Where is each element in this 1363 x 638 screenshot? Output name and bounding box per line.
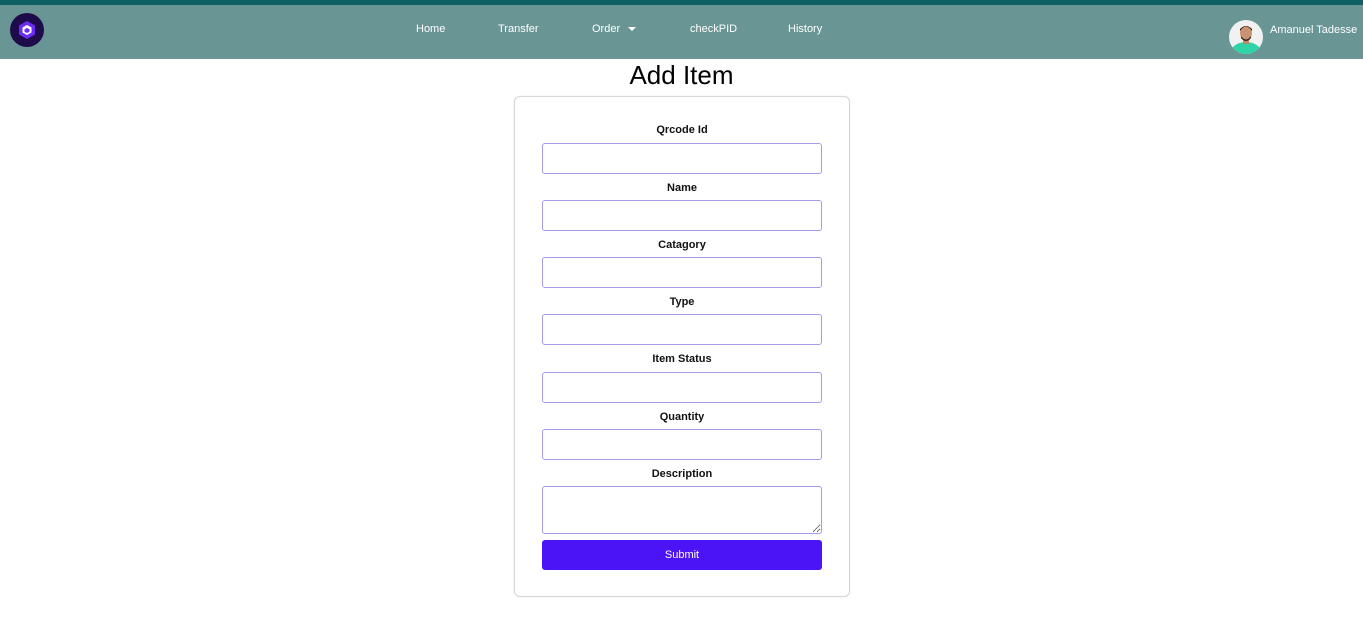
nav-link-transfer[interactable]: Transfer bbox=[498, 23, 539, 35]
submit-button[interactable]: Submit bbox=[542, 540, 822, 570]
item-status-label: Item Status bbox=[652, 353, 712, 365]
avatar[interactable] bbox=[1229, 20, 1263, 54]
navbar: Home Transfer Order checkPID History Ama… bbox=[0, 5, 1363, 59]
add-item-form: Qrcode Id Name Catagory Type Item Status… bbox=[514, 96, 850, 597]
nav-link-checkpid[interactable]: checkPID bbox=[690, 23, 737, 35]
qrcode-id-input[interactable] bbox=[542, 143, 822, 174]
item-status-input[interactable] bbox=[542, 372, 822, 403]
nav-link-home[interactable]: Home bbox=[416, 23, 445, 35]
user-name[interactable]: Amanuel Tadesse bbox=[1270, 24, 1357, 36]
quantity-label: Quantity bbox=[659, 411, 705, 423]
qrcode-id-label: Qrcode Id bbox=[656, 124, 708, 136]
name-input[interactable] bbox=[542, 200, 822, 231]
name-label: Name bbox=[667, 182, 697, 194]
type-input[interactable] bbox=[542, 314, 822, 345]
category-label: Catagory bbox=[658, 239, 706, 251]
description-label: Description bbox=[651, 468, 713, 480]
nav-link-order[interactable]: Order bbox=[592, 23, 637, 35]
description-textarea[interactable] bbox=[542, 486, 822, 534]
page-title: Add Item bbox=[629, 60, 734, 90]
hexagon-cube-logo-icon[interactable] bbox=[10, 13, 44, 47]
caret-down-icon bbox=[628, 27, 637, 32]
category-input[interactable] bbox=[542, 257, 822, 288]
quantity-input[interactable] bbox=[542, 429, 822, 460]
nav-link-order-label: Order bbox=[592, 23, 621, 35]
nav-link-history[interactable]: History bbox=[788, 23, 822, 35]
type-label: Type bbox=[669, 296, 695, 308]
